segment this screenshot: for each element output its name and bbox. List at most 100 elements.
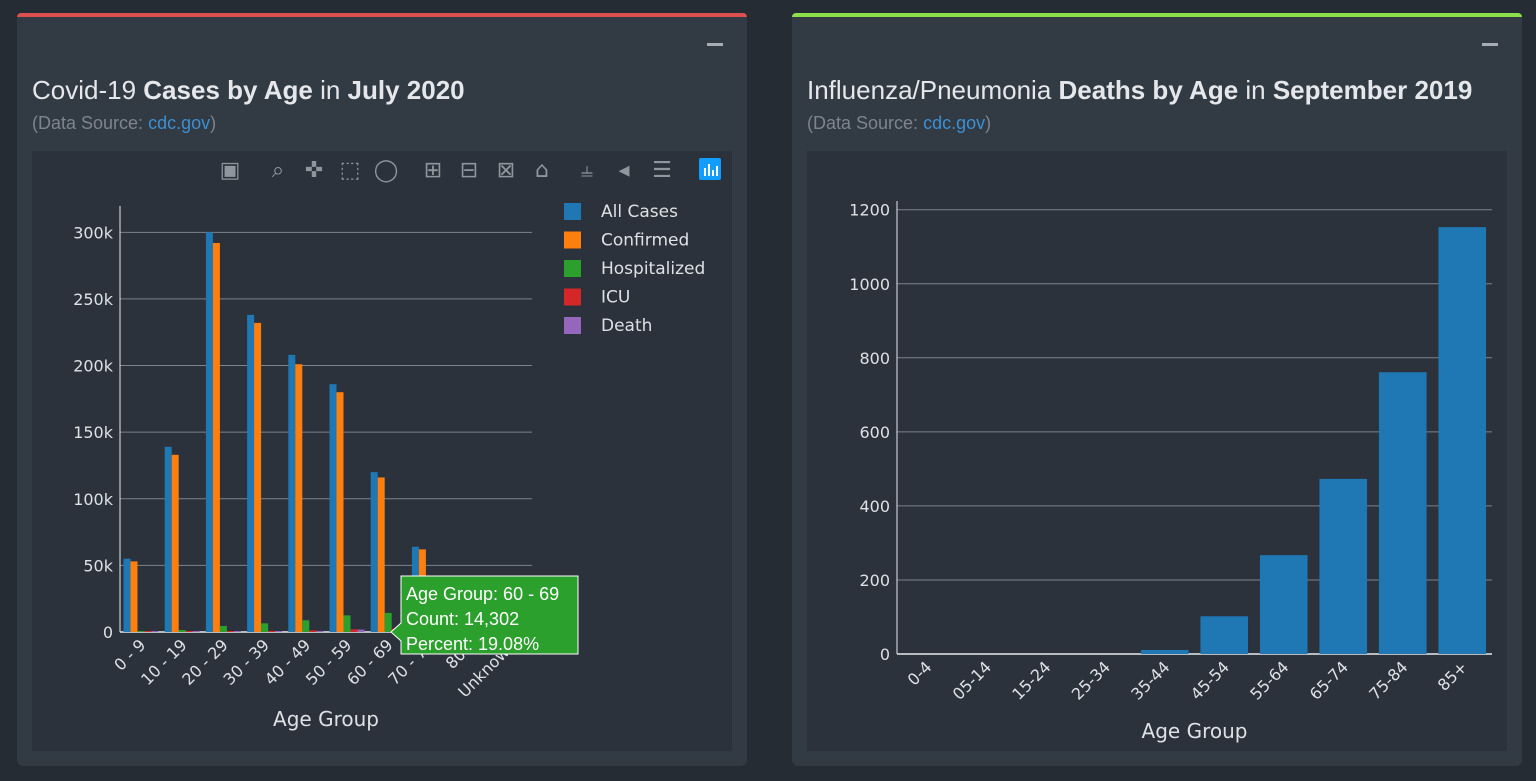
bar-confirmed[interactable]: [130, 561, 138, 632]
data-source: (Data Source: cdc.gov): [32, 113, 217, 133]
bar-death[interactable]: [151, 631, 159, 632]
bar-confirmed[interactable]: [254, 322, 262, 632]
bar-deaths[interactable]: [1438, 227, 1487, 654]
reset-axes-icon[interactable]: ⌂: [535, 158, 549, 183]
panel-accent-bar: [17, 13, 747, 17]
tooltip-line: Percent: 19.08%: [406, 634, 539, 654]
plotly-logo-bar: [716, 166, 718, 176]
zoom-icon[interactable]: ⌕: [272, 158, 284, 183]
legend-label[interactable]: ICU: [601, 288, 630, 308]
bar-deaths[interactable]: [1259, 555, 1308, 654]
autoscale-icon[interactable]: ⊠: [497, 158, 515, 183]
covid-cases-chart: 050k100k150k200k250k300k0 - 910 - 1920 -…: [73, 158, 721, 731]
tooltip-line: Count: 14,302: [406, 609, 519, 629]
bar-deaths[interactable]: [1378, 372, 1427, 654]
bar-death[interactable]: [316, 630, 324, 632]
bar-icu[interactable]: [350, 629, 358, 632]
collapse-button[interactable]: [1482, 43, 1498, 46]
x-tick-label: 75-84: [1365, 657, 1411, 703]
bar-confirmed[interactable]: [171, 454, 179, 632]
bar-hospitalized[interactable]: [178, 630, 186, 632]
hover-tooltip: Age Group: 60 - 69 Count: 14,302 Percent: …: [390, 575, 579, 655]
bar-death[interactable]: [192, 631, 200, 632]
tooltip-line: Age Group: 60 - 69: [406, 584, 559, 604]
bar-all-cases[interactable]: [288, 354, 296, 632]
bar-deaths[interactable]: [1140, 649, 1189, 654]
bar-hospitalized[interactable]: [137, 631, 145, 632]
bar-deaths[interactable]: [1200, 616, 1249, 654]
legend-swatch: [564, 317, 581, 334]
x-tick-label: 45-54: [1187, 657, 1233, 703]
bar-confirmed[interactable]: [377, 477, 385, 632]
bar-icu[interactable]: [226, 631, 234, 632]
bar-icu[interactable]: [185, 631, 193, 632]
bar-death[interactable]: [357, 629, 365, 632]
panel-title: Influenza/Pneumonia Deaths by Age in Sep…: [807, 75, 1473, 105]
zoom-out-icon[interactable]: ⊟: [460, 158, 478, 183]
spike-lines-icon[interactable]: ⫨: [581, 158, 593, 183]
y-tick-label: 0: [880, 645, 890, 664]
legend-label[interactable]: All Cases: [601, 202, 678, 222]
bar-all-cases[interactable]: [123, 558, 131, 632]
y-tick-label: 0: [103, 623, 113, 642]
x-axis-title: Age Group: [1142, 719, 1248, 743]
bar-icu[interactable]: [268, 630, 276, 632]
legend-label[interactable]: Hospitalized: [601, 259, 705, 279]
x-tick-label: 65-74: [1306, 657, 1352, 703]
source-link[interactable]: cdc.gov: [923, 113, 985, 133]
x-tick-label: 0-4: [904, 657, 936, 689]
source-link[interactable]: cdc.gov: [148, 113, 210, 133]
legend-swatch: [564, 203, 581, 220]
x-tick-label: 15-24: [1008, 657, 1054, 703]
bar-icu[interactable]: [144, 631, 152, 632]
bar-confirmed[interactable]: [336, 392, 344, 632]
influenza-chart-area: 0 200 400 600 800 1000 1200 0-4 05-14 15-24 25-34 3…: [807, 151, 1507, 751]
collapse-button[interactable]: [707, 43, 723, 46]
plotly-logo-bar: [712, 170, 714, 176]
y-tick-label: 600: [859, 423, 890, 442]
bar-all-cases[interactable]: [329, 384, 337, 632]
x-tick-label: 25-34: [1068, 657, 1114, 703]
legend-label[interactable]: Confirmed: [601, 231, 689, 251]
y-tick-label: 50k: [83, 556, 113, 575]
data-source: (Data Source: cdc.gov): [807, 113, 992, 133]
y-tick-label: 800: [859, 349, 890, 368]
bar-confirmed[interactable]: [295, 364, 303, 632]
bar-confirmed[interactable]: [212, 242, 220, 633]
legend-swatch: [564, 260, 581, 277]
plotly-logo-bar: [708, 164, 710, 176]
bar-hospitalized[interactable]: [384, 612, 392, 632]
legend-label[interactable]: Death: [601, 316, 652, 336]
y-tick-label: 200k: [73, 357, 114, 376]
box-select-icon[interactable]: ⬚: [340, 158, 361, 183]
bar-death[interactable]: [233, 631, 241, 632]
pan-icon[interactable]: ✜: [305, 158, 323, 183]
covid-chart-area: 0 50k 100k 150k 200k 250k 300k 0 - 9 10 - 19 20 -…: [32, 151, 732, 751]
covid-cases-panel: Covid-19 Cases by Age in July 2020 (Data…: [17, 13, 747, 766]
bar-deaths[interactable]: [1319, 478, 1368, 654]
camera-icon[interactable]: ▣: [220, 158, 241, 183]
hover-compare-icon[interactable]: ☰: [652, 158, 672, 183]
bar-all-cases[interactable]: [247, 314, 255, 632]
lasso-select-icon[interactable]: ◯: [374, 158, 399, 183]
y-tick-label: 1000: [849, 275, 890, 294]
bar-icu[interactable]: [309, 630, 317, 632]
bar-hospitalized[interactable]: [302, 620, 310, 632]
bar-all-cases[interactable]: [370, 472, 378, 632]
plotly-logo-bar: [704, 168, 706, 176]
bar-death[interactable]: [275, 631, 283, 632]
x-axis-title: Age Group: [273, 707, 379, 731]
bar-hospitalized[interactable]: [219, 626, 227, 632]
bar-all-cases[interactable]: [205, 232, 213, 632]
influenza-deaths-panel: Influenza/Pneumonia Deaths by Age in Sep…: [792, 13, 1522, 766]
bar-hospitalized[interactable]: [261, 623, 269, 632]
zoom-in-icon[interactable]: ⊞: [424, 158, 442, 183]
panel-title: Covid-19 Cases by Age in July 2020: [32, 75, 465, 105]
bar-all-cases[interactable]: [164, 446, 172, 632]
hover-closest-icon[interactable]: ◂: [618, 158, 629, 183]
legend-swatch: [564, 288, 581, 306]
x-tick-label: 05-14: [949, 657, 995, 703]
x-tick-label: 85+: [1434, 657, 1471, 694]
legend-swatch: [564, 231, 581, 249]
bar-hospitalized[interactable]: [343, 615, 351, 632]
